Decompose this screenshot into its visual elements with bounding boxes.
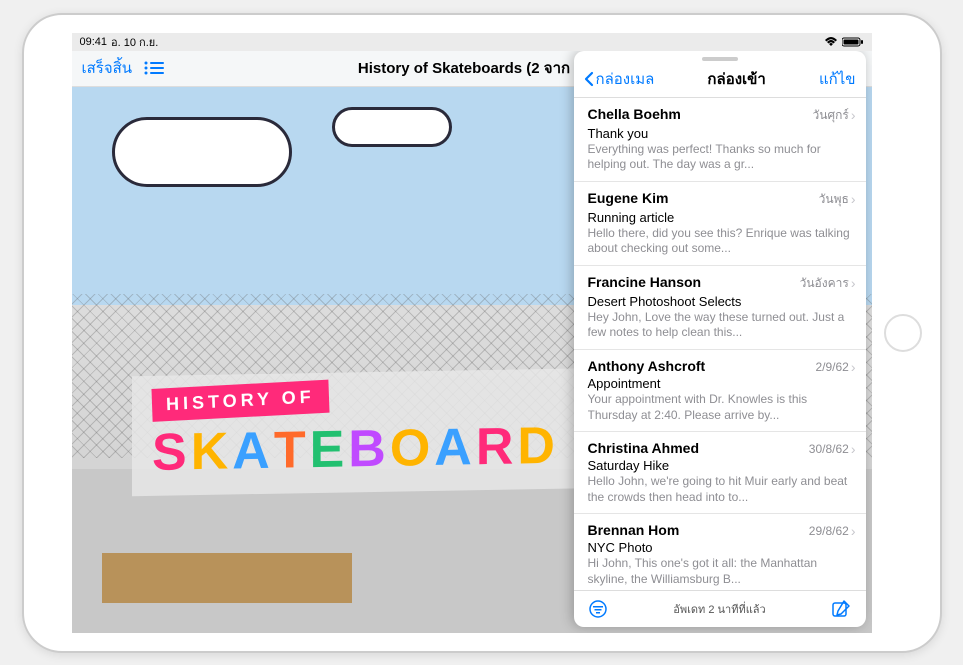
mail-nav: กล่องเมล กล่องเข้า แก้ไข: [574, 61, 866, 98]
mail-sender: Anthony Ashcroft: [588, 358, 706, 374]
mail-item[interactable]: Anthony Ashcroft 2/9/62› Appointment You…: [574, 350, 866, 432]
filter-icon[interactable]: [588, 600, 608, 618]
mail-subject: Appointment: [588, 376, 856, 391]
mail-preview: Hey John, Love the way these turned out.…: [588, 310, 856, 341]
done-button[interactable]: เสร็จสิ้น: [82, 56, 133, 80]
mail-list[interactable]: Chella Boehm วันศุกร์› Thank you Everyth…: [574, 98, 866, 590]
cloud-shape: [112, 117, 292, 187]
compose-icon[interactable]: [831, 599, 851, 619]
mail-subject: NYC Photo: [588, 540, 856, 555]
chevron-right-icon: ›: [851, 523, 856, 539]
status-date: อ. 10 ก.ย.: [111, 33, 158, 51]
mail-item[interactable]: Chella Boehm วันศุกร์› Thank you Everyth…: [574, 98, 866, 182]
chevron-right-icon: ›: [851, 191, 856, 207]
mail-sender: Eugene Kim: [588, 190, 669, 206]
mail-title: กล่องเข้า: [707, 67, 765, 91]
mail-preview: Hi John, This one's got it all: the Manh…: [588, 556, 856, 587]
banner-label: HISTORY OF: [151, 380, 329, 422]
battery-icon: [842, 37, 864, 47]
wooden-pallet: [102, 553, 352, 603]
mail-item[interactable]: Eugene Kim วันพุธ› Running article Hello…: [574, 182, 866, 266]
mail-slide-over[interactable]: กล่องเมล กล่องเข้า แก้ไข Chella Boehm วั…: [574, 51, 866, 627]
mail-subject: Saturday Hike: [588, 458, 856, 473]
mail-subject: Thank you: [588, 126, 856, 141]
mail-item[interactable]: Brennan Hom 29/8/62› NYC Photo Hi John, …: [574, 514, 866, 589]
mail-sender: Christina Ahmed: [588, 440, 700, 456]
updated-label: อัพเดท 2 นาทีที่แล้ว: [673, 600, 765, 618]
list-icon[interactable]: [144, 61, 164, 75]
mail-item[interactable]: Christina Ahmed 30/8/62› Saturday Hike H…: [574, 432, 866, 514]
mail-preview: Hello there, did you see this? Enrique w…: [588, 226, 856, 257]
mail-toolbar: อัพเดท 2 นาทีที่แล้ว: [574, 590, 866, 627]
back-button[interactable]: กล่องเมล: [584, 67, 655, 91]
mail-subject: Desert Photoshoot Selects: [588, 294, 856, 309]
status-time: 09:41: [80, 36, 108, 48]
mail-item[interactable]: Francine Hanson วันอังคาร› Desert Photos…: [574, 266, 866, 350]
wifi-icon: [824, 37, 838, 47]
mail-date: วันศุกร์›: [813, 106, 856, 125]
mail-sender: Brennan Hom: [588, 522, 680, 538]
mail-date: 29/8/62›: [809, 523, 856, 539]
chevron-right-icon: ›: [851, 441, 856, 457]
mail-subject: Running article: [588, 210, 856, 225]
mail-preview: Everything was perfect! Thanks so much f…: [588, 142, 856, 173]
mail-date: วันพุธ›: [819, 190, 856, 209]
mail-sender: Chella Boehm: [588, 106, 681, 122]
home-button[interactable]: [884, 314, 922, 352]
edit-button[interactable]: แก้ไข: [819, 67, 856, 91]
mail-sender: Francine Hanson: [588, 274, 702, 290]
chevron-right-icon: ›: [851, 275, 856, 291]
back-label: กล่องเมล: [596, 67, 655, 91]
chevron-right-icon: ›: [851, 359, 856, 375]
mail-date: 2/9/62›: [815, 359, 855, 375]
screen: 09:41 อ. 10 ก.ย. เสร็จสิ้น: [72, 33, 872, 633]
cloud-shape: [332, 107, 452, 147]
status-bar: 09:41 อ. 10 ก.ย.: [72, 33, 872, 51]
mail-preview: Your appointment with Dr. Knowles is thi…: [588, 392, 856, 423]
mail-date: วันอังคาร›: [800, 274, 856, 293]
ipad-frame: 09:41 อ. 10 ก.ย. เสร็จสิ้น: [22, 13, 942, 653]
mail-preview: Hello John, we're going to hit Muir earl…: [588, 474, 856, 505]
chevron-right-icon: ›: [851, 107, 856, 123]
mail-date: 30/8/62›: [809, 441, 856, 457]
